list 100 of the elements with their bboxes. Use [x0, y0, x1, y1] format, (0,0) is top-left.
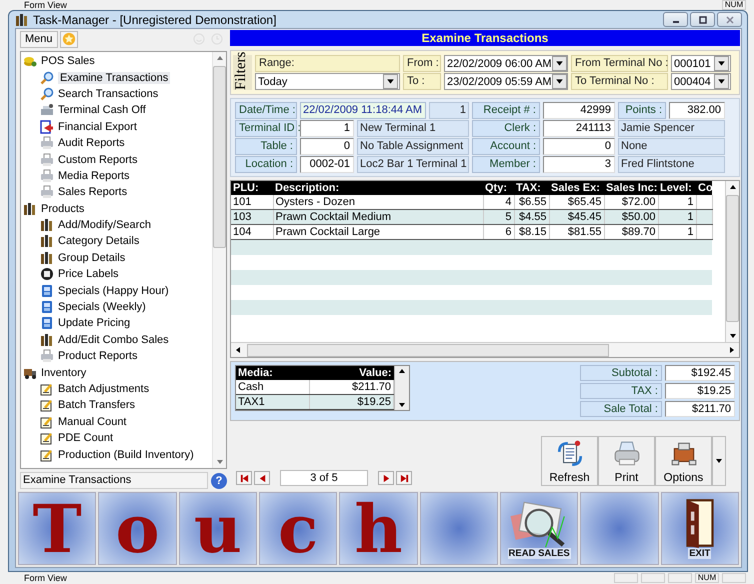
range-label: Range:	[255, 55, 400, 72]
maximize-button[interactable]	[690, 12, 715, 27]
tree-item[interactable]: Group Details	[21, 250, 212, 266]
tree-item[interactable]: Batch Transfers	[21, 397, 212, 414]
tree-item[interactable]: Batch Adjustments	[21, 380, 212, 398]
tree-item[interactable]: Update Pricing	[21, 315, 212, 332]
cash-register-icon	[40, 103, 54, 118]
range-dropdown[interactable]: Today	[255, 73, 400, 90]
field-label: Table :	[235, 138, 297, 155]
help-button[interactable]: ?	[211, 472, 227, 488]
to-date-dropdown[interactable]: 23/02/2009 05:59 AM	[444, 73, 568, 90]
field-value: Fred Flintstone	[618, 156, 725, 173]
field-value: 382.00	[669, 102, 725, 119]
tree-item[interactable]: Add/Modify/Search	[21, 216, 212, 234]
refresh-button[interactable]: Refresh	[541, 436, 598, 486]
tree-item[interactable]: Media Reports	[21, 168, 212, 184]
status-text: Form View	[24, 573, 67, 583]
horizontal-scrollbar[interactable]	[231, 342, 739, 357]
field-label: Member :	[472, 156, 540, 173]
column-header: Description:	[273, 181, 483, 195]
tree-item[interactable]: Production (Build Inventory)	[21, 446, 212, 463]
coins-icon	[23, 54, 37, 68]
field-value: Loc2 Bar 1 Terminal 1	[357, 156, 469, 173]
read-sales-button[interactable]: READ SALES	[500, 492, 578, 565]
previous-record-button[interactable]	[254, 471, 270, 485]
minimize-button[interactable]	[663, 12, 688, 27]
from-label: From :	[403, 55, 441, 72]
status-text: Form View	[24, 0, 67, 10]
first-icon	[240, 474, 248, 482]
last-record-button[interactable]	[396, 471, 412, 485]
tree-group[interactable]: POS Sales	[21, 53, 212, 70]
field-value: 241113	[543, 120, 615, 137]
status-pane	[641, 573, 665, 583]
maximize-icon	[698, 16, 708, 24]
scrollbar[interactable]	[394, 366, 409, 410]
column-header: Level:	[658, 181, 696, 195]
blank-tile[interactable]	[420, 492, 498, 565]
next-record-button[interactable]	[378, 471, 394, 485]
previous-icon	[258, 474, 266, 482]
field-value: 0	[543, 138, 615, 155]
exit-button[interactable]: EXIT	[660, 492, 739, 565]
scroll-up-icon	[216, 55, 224, 61]
field-value: 0	[300, 138, 354, 155]
tree-group[interactable]: Inventory	[21, 364, 212, 381]
tree-item[interactable]: PDE Count	[21, 430, 212, 446]
scroll-thumb[interactable]	[247, 344, 609, 356]
last-icon	[400, 474, 408, 482]
tree-item[interactable]: Add/Edit Combo Sales	[21, 332, 212, 348]
column-header: Co	[696, 181, 712, 195]
from-terminal-label: From Terminal No :	[571, 55, 668, 72]
tree-item[interactable]: Manual Count	[21, 414, 212, 430]
status-pane	[668, 573, 692, 583]
scroll-down-icon	[398, 402, 406, 408]
scroll-up-icon	[728, 184, 736, 190]
field-value: 1	[429, 102, 469, 119]
table-cell: $50.00	[604, 210, 658, 224]
scrollbar[interactable]	[725, 181, 739, 342]
column-header: TAX:	[514, 181, 549, 195]
tree-item[interactable]: Search Transactions	[21, 86, 212, 102]
from-terminal-dropdown[interactable]: 000101	[671, 55, 731, 72]
column-header: Value:	[310, 366, 394, 380]
scroll-up-icon	[398, 368, 406, 374]
to-terminal-dropdown[interactable]: 000404	[671, 73, 731, 90]
column-header: Qty:	[483, 181, 514, 195]
from-date-dropdown[interactable]: 22/02/2009 06:00 AM	[444, 55, 568, 72]
menu-button[interactable]: Menu	[20, 30, 58, 48]
shelves-icon	[23, 202, 37, 216]
table-cell: Prawn Cocktail Medium	[273, 210, 483, 224]
field-value: 3	[543, 156, 615, 173]
tree-item[interactable]: Financial Export	[21, 118, 212, 135]
tree-group[interactable]: Products	[21, 200, 212, 217]
tree-item[interactable]: Audit Reports	[21, 134, 212, 152]
total-value: $192.45	[665, 365, 735, 381]
printer-button[interactable]: Print	[598, 436, 655, 486]
tree-item[interactable]: Specials (Happy Hour)	[21, 282, 212, 299]
blank-tile[interactable]	[580, 492, 659, 565]
favorites-button[interactable]	[60, 30, 78, 48]
toolbox-button[interactable]: Options	[655, 436, 712, 486]
tree-item[interactable]: Category Details	[21, 233, 212, 250]
printer-icon	[40, 168, 54, 183]
first-record-button[interactable]	[236, 471, 252, 485]
table-cell: 103	[231, 210, 273, 224]
tree-item[interactable]: Price Labels	[21, 266, 212, 282]
close-icon	[724, 16, 734, 24]
tree-item[interactable]: Examine Transactions	[21, 69, 212, 86]
field-label: Location :	[235, 156, 297, 173]
tree-item[interactable]: Custom Reports	[21, 151, 212, 168]
scroll-thumb[interactable]	[726, 195, 739, 322]
tree-item[interactable]: Specials (Weekly)	[21, 298, 212, 316]
more-options-button[interactable]	[712, 436, 726, 486]
total-label: TAX :	[580, 383, 662, 399]
panel-title: Examine Transactions	[230, 30, 740, 46]
column-header: Sales Ex:	[549, 181, 604, 195]
field-label: Clerk :	[472, 120, 540, 137]
record-position-field: 3 of 5	[280, 470, 368, 486]
tree-item[interactable]: Product Reports	[21, 348, 212, 364]
shelves-icon	[40, 332, 54, 347]
scroll-thumb[interactable]	[213, 66, 226, 248]
tree-item[interactable]: Sales Reports	[21, 184, 212, 201]
tree-item[interactable]: Terminal Cash Off	[21, 102, 212, 119]
